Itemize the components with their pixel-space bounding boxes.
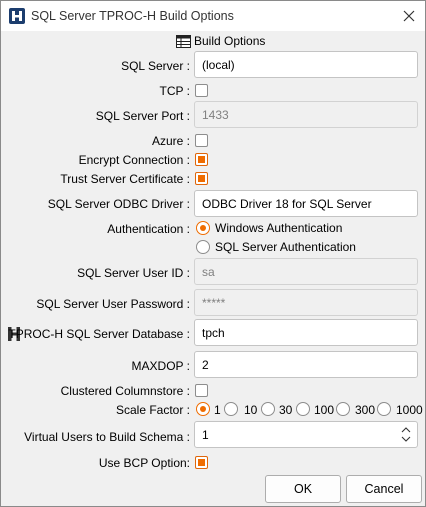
virtual-users-value: 1: [202, 427, 209, 442]
close-icon: [403, 10, 415, 22]
close-button[interactable]: [393, 1, 425, 31]
scale-factor-1000-label: 1000: [396, 403, 423, 417]
scale-factor-100-label: 100: [314, 403, 335, 417]
database-value: tpch: [202, 325, 225, 340]
sql-server-port-input[interactable]: 1433: [194, 101, 418, 128]
use-bcp-label: Use BCP Option:: [98, 456, 190, 470]
sql-server-input[interactable]: (local): [194, 51, 418, 78]
window-title: SQL Server TPROC-H Build Options: [31, 9, 234, 23]
scale-factor-1-label: 1: [214, 403, 221, 417]
scale-factor-30-radio[interactable]: [261, 402, 275, 416]
cancel-button[interactable]: Cancel: [346, 475, 422, 503]
windows-authentication-radio[interactable]: [196, 221, 210, 235]
table-icon: [176, 34, 191, 48]
scale-factor-1-radio[interactable]: [196, 402, 210, 416]
tcp-checkbox[interactable]: [195, 84, 208, 97]
encrypt-connection-label: Encrypt Connection :: [78, 153, 190, 167]
maxdop-label: MAXDOP :: [131, 359, 190, 373]
scale-factor-10-radio[interactable]: [224, 402, 238, 416]
clustered-columnstore-label: Clustered Columnstore :: [60, 384, 190, 398]
user-id-input[interactable]: sa: [194, 258, 418, 285]
user-id-label: SQL Server User ID :: [77, 266, 190, 280]
scale-factor-10-label: 10: [244, 403, 258, 417]
scale-factor-300-radio[interactable]: [336, 402, 350, 416]
sql-server-authentication-label: SQL Server Authentication: [215, 240, 356, 254]
section-header: Build Options: [176, 33, 265, 49]
user-id-value: sa: [202, 264, 215, 279]
section-header-label: Build Options: [194, 34, 266, 48]
trust-server-certificate-label: Trust Server Certificate :: [60, 172, 190, 186]
sql-server-value: (local): [202, 57, 235, 72]
hammerdb-app-icon: [9, 8, 25, 24]
odbc-driver-input[interactable]: ODBC Driver 18 for SQL Server: [194, 190, 418, 217]
scale-factor-1000-radio[interactable]: [377, 402, 391, 416]
sql-server-authentication-radio[interactable]: [196, 240, 210, 254]
maxdop-value: 2: [202, 357, 209, 372]
encrypt-connection-checkbox[interactable]: [195, 153, 208, 166]
scale-factor-label: Scale Factor :: [115, 403, 190, 417]
scale-factor-100-radio[interactable]: [296, 402, 310, 416]
database-label: TPROC-H SQL Server Database :: [8, 327, 190, 341]
odbc-driver-label: SQL Server ODBC Driver :: [47, 197, 190, 211]
database-input[interactable]: tpch: [194, 319, 418, 346]
user-password-input[interactable]: *****: [194, 289, 418, 316]
scale-factor-30-label: 30: [279, 403, 293, 417]
user-password-value: *****: [202, 295, 226, 310]
sql-server-port-value: 1433: [202, 107, 229, 122]
sql-server-label: SQL Server :: [121, 59, 190, 73]
virtual-users-label: Virtual Users to Build Schema :: [24, 430, 190, 444]
trust-server-certificate-checkbox[interactable]: [195, 172, 208, 185]
authentication-label: Authentication :: [107, 222, 190, 236]
ok-button[interactable]: OK: [265, 475, 341, 503]
odbc-driver-value: ODBC Driver 18 for SQL Server: [202, 196, 372, 211]
sql-server-port-label: SQL Server Port :: [95, 109, 190, 123]
azure-checkbox[interactable]: [195, 134, 208, 147]
title-bar: SQL Server TPROC-H Build Options: [1, 1, 425, 31]
clustered-columnstore-checkbox[interactable]: [195, 384, 208, 397]
virtual-users-spinbox[interactable]: 1: [194, 421, 418, 448]
maxdop-input[interactable]: 2: [194, 351, 418, 378]
tcp-label: TCP :: [159, 84, 190, 98]
scale-factor-300-label: 300: [355, 403, 376, 417]
use-bcp-checkbox[interactable]: [195, 456, 208, 469]
windows-authentication-label: Windows Authentication: [215, 221, 343, 235]
spinbox-arrows-icon[interactable]: [401, 425, 411, 444]
build-options-dialog: SQL Server TPROC-H Build Options Build O…: [0, 0, 426, 507]
azure-label: Azure :: [151, 134, 190, 148]
user-password-label: SQL Server User Password :: [36, 297, 190, 311]
